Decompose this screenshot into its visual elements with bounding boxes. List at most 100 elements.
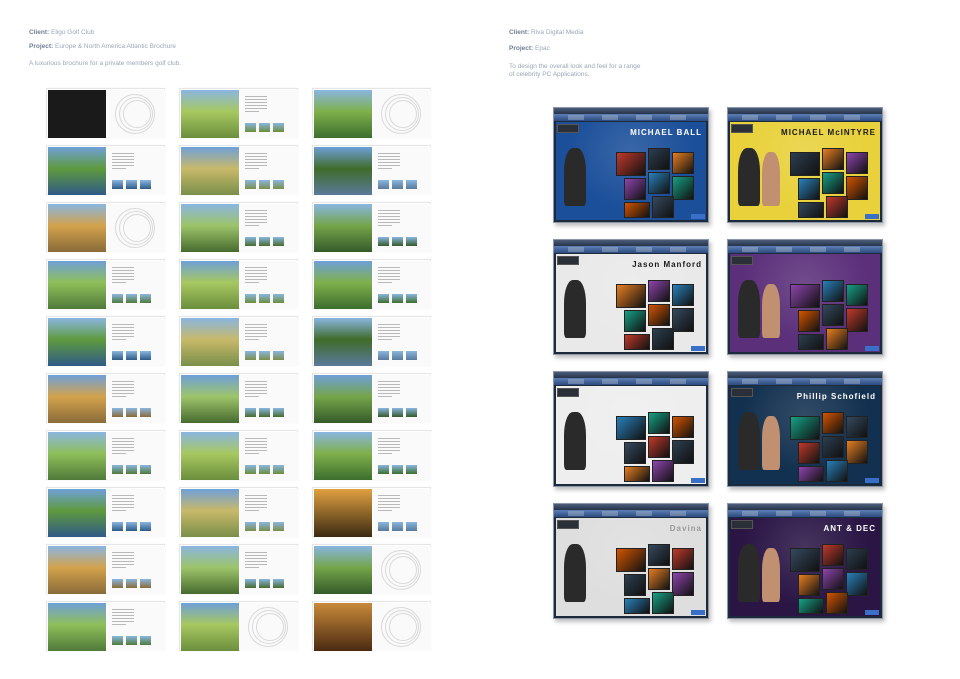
text-line <box>112 552 134 553</box>
media-tile <box>616 152 646 176</box>
text-line <box>378 222 400 223</box>
text-line <box>245 279 267 280</box>
text-line <box>378 267 400 268</box>
media-tile <box>648 280 670 302</box>
text-line <box>112 339 126 340</box>
swirl-graphic <box>389 556 417 584</box>
media-tile <box>826 460 848 482</box>
app-nav-bar <box>728 378 882 385</box>
thumbnail-photo <box>126 522 137 531</box>
text-line <box>112 555 134 556</box>
text-line <box>378 279 400 280</box>
text-line <box>245 159 267 160</box>
media-tile <box>648 412 670 434</box>
brochure-text-page <box>373 432 431 480</box>
brochure-text-page <box>373 603 431 651</box>
brochure-spread <box>179 373 298 423</box>
brochure-text-page <box>240 375 298 423</box>
golf-course-photo <box>181 375 239 423</box>
golf-course-photo <box>181 90 239 138</box>
brochure-text-page <box>107 546 165 594</box>
media-tile <box>648 568 670 590</box>
media-tile <box>616 548 646 572</box>
golf-course-photo <box>314 318 372 366</box>
left-project-value: Europe & North America Atlantic Brochure <box>55 43 177 50</box>
text-line <box>112 333 134 334</box>
text-line <box>112 510 126 511</box>
media-tile <box>672 284 694 306</box>
text-line <box>245 390 267 391</box>
text-line <box>112 390 134 391</box>
text-line <box>112 444 134 445</box>
brochure-spread <box>312 88 431 138</box>
golf-course-photo <box>48 546 106 594</box>
thumbnail-photo <box>112 294 123 303</box>
thumbnail-photo <box>245 351 256 360</box>
text-line <box>112 270 134 271</box>
thumbnail-photo <box>259 579 270 588</box>
text-line <box>245 273 267 274</box>
text-line <box>245 552 267 553</box>
thumbnail-photo <box>112 522 123 531</box>
thumbnail-photo <box>273 180 284 189</box>
nav-tab <box>636 511 652 516</box>
epac-logo <box>691 214 705 219</box>
media-tile <box>846 440 868 464</box>
text-line <box>112 159 134 160</box>
text-line <box>112 381 134 382</box>
media-tile <box>616 284 646 308</box>
media-tile <box>624 310 646 332</box>
text-line <box>378 270 400 271</box>
thumbnail-photo <box>140 294 151 303</box>
brochure-spread <box>46 601 165 651</box>
thumbnail-photo <box>245 180 256 189</box>
brochure-text-page <box>373 375 431 423</box>
brochure-spread <box>46 259 165 309</box>
text-line <box>245 441 267 442</box>
golf-course-photo <box>314 375 372 423</box>
thumbnail-photo <box>140 579 151 588</box>
brochure-text-page <box>240 546 298 594</box>
text-line <box>245 336 267 337</box>
media-tile <box>826 196 848 218</box>
nav-tab <box>568 247 584 252</box>
thumbnail-photo <box>273 408 284 417</box>
text-line <box>378 507 400 508</box>
brochure-spread <box>312 316 431 366</box>
text-line <box>245 510 259 511</box>
brochure-text-page <box>240 261 298 309</box>
thumbnail-photo <box>273 522 284 531</box>
media-tile <box>846 548 868 570</box>
brochure-text-page <box>107 489 165 537</box>
right-client-label: Client: <box>509 29 530 36</box>
thumbnail-photo <box>245 465 256 474</box>
brochure-spread <box>46 430 165 480</box>
golf-course-photo <box>314 90 372 138</box>
brochure-spread <box>179 145 298 195</box>
text-line <box>245 108 267 109</box>
media-tile <box>826 328 848 350</box>
thumbnail-photo <box>392 522 403 531</box>
celebrity-photo <box>564 280 586 338</box>
thumbnail-photo <box>112 636 123 645</box>
text-line <box>112 612 134 613</box>
media-tile <box>624 178 646 200</box>
text-line <box>245 381 267 382</box>
text-line <box>245 327 267 328</box>
brochure-spread <box>46 202 165 252</box>
golf-course-photo <box>48 261 106 309</box>
text-line <box>112 327 134 328</box>
thumbnail-photo <box>259 408 270 417</box>
text-line <box>112 273 134 274</box>
golf-course-photo <box>314 261 372 309</box>
text-line <box>378 336 400 337</box>
media-tile <box>648 304 670 326</box>
media-tile <box>826 592 848 614</box>
text-line <box>378 495 400 496</box>
golf-course-photo <box>48 204 106 252</box>
thumbnail-photo <box>245 294 256 303</box>
golf-course-photo <box>314 147 372 195</box>
text-line <box>245 267 267 268</box>
text-line <box>378 330 400 331</box>
nav-tab <box>844 379 860 384</box>
